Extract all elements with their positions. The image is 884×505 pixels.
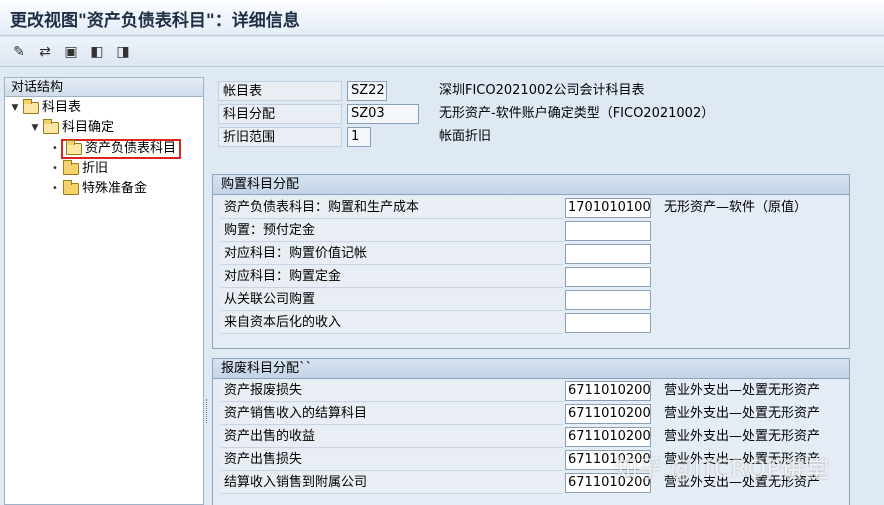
tree-node-label: 科目表 (42, 100, 82, 115)
tree-node-account-determination[interactable]: ▼ 科目确定 (29, 118, 114, 138)
depreciation-area-field[interactable]: 1 (347, 127, 371, 147)
depreciation-area-desc: 帐面折旧 (439, 129, 492, 144)
account-input[interactable] (565, 290, 651, 310)
chart-of-accounts-desc: 深圳FICO2021002公司会计科目表 (439, 83, 645, 98)
row-label: 资产出售的收益 (221, 426, 563, 448)
row-label: 资产报废损失 (221, 380, 563, 402)
row-label: 资产销售收入的结算科目 (221, 403, 563, 425)
expand-arrow-icon[interactable]: ▼ (29, 118, 41, 138)
bullet-icon: • (52, 183, 58, 194)
account-input[interactable]: 6711010200 (565, 427, 651, 447)
row-label: 购置：预付定金 (221, 220, 563, 242)
account-input[interactable] (565, 244, 651, 264)
tree-node-label: 资产负债表科目 (85, 141, 177, 156)
folder-icon (63, 160, 79, 175)
previous-entry-icon[interactable]: ◧ (88, 43, 106, 61)
account-input[interactable] (565, 313, 651, 333)
account-allocation-desc: 无形资产-软件账户确定类型（FICO2021002） (439, 106, 715, 121)
account-desc: 无形资产—软件（原值） (664, 200, 808, 215)
dialog-structure-header: 对话结构 (5, 78, 203, 97)
account-desc: 营业外支出—处置无形资产 (664, 383, 821, 398)
display-change-icon[interactable]: ⇄ (36, 43, 54, 61)
row-label: 来自资本后化的收入 (221, 312, 563, 334)
folder-open-icon (23, 99, 39, 114)
bullet-icon: • (52, 163, 58, 174)
row-label: 对应科目：购置价值记帐 (221, 243, 563, 265)
depreciation-area-label: 折旧范围 (218, 127, 342, 147)
window-title: 更改视图"资产负债表科目"：详细信息 (10, 11, 300, 31)
group-title: 报废科目分配`` (213, 359, 849, 379)
title-bar: 更改视图"资产负债表科目"：详细信息 (0, 0, 884, 36)
row-label: 从关联公司购置 (221, 289, 563, 311)
tree-node-label: 折旧 (82, 161, 109, 176)
account-desc: 营业外支出—处置无形资产 (664, 429, 821, 444)
account-allocation-field[interactable]: SZ03 (347, 104, 419, 124)
dialog-structure-panel: 对话结构 ▼ 科目表 ▼ 科目确定 • 资产负债表科目 • 折旧 • 特殊准备金 (4, 77, 204, 505)
row-label: 资产负债表科目：购置和生产成本 (221, 197, 563, 219)
group-title: 购置科目分配 (213, 175, 849, 195)
chart-of-accounts-label: 帐目表 (218, 81, 342, 101)
row-label: 结算收入销售到附属公司 (221, 472, 563, 494)
account-input[interactable] (565, 221, 651, 241)
watermark: 知乎 @ITCROP讲堂 (614, 455, 829, 483)
folder-icon (63, 180, 79, 195)
expand-arrow-icon[interactable]: ▼ (9, 98, 21, 118)
account-input[interactable]: 6711010200 (565, 381, 651, 401)
row-label: 资产出售损失 (221, 449, 563, 471)
tree-node-special-reserves[interactable]: • 特殊准备金 (49, 179, 147, 199)
selected-node-highlight[interactable]: 资产负债表科目 (61, 139, 182, 159)
row-label: 对应科目：购置定金 (221, 266, 563, 288)
bullet-icon: • (52, 143, 58, 154)
panel-splitter[interactable] (205, 77, 211, 505)
tree-node-depreciation[interactable]: • 折旧 (49, 159, 108, 179)
folder-open-icon (66, 140, 82, 155)
edit-pencil-icon[interactable]: ✎ (10, 43, 28, 61)
tree-node-chart-of-accounts[interactable]: ▼ 科目表 (9, 98, 81, 118)
toolbar: ✎ ⇄ ▣ ◧ ◨ (0, 37, 884, 67)
tree-node-label: 特殊准备金 (82, 181, 148, 196)
account-input[interactable]: 6711010200 (565, 404, 651, 424)
account-input[interactable]: 1701010100 (565, 198, 651, 218)
tree-node-balance-sheet-accounts[interactable]: • 资产负债表科目 (49, 139, 182, 159)
tree-node-label: 科目确定 (62, 120, 115, 135)
splitter-grip-icon[interactable] (206, 399, 209, 423)
purchase-account-group: 购置科目分配 资产负债表科目：购置和生产成本 1701010100 无形资产—软… (212, 174, 850, 349)
save-icon[interactable]: ▣ (62, 43, 80, 61)
account-input[interactable] (565, 267, 651, 287)
account-allocation-label: 科目分配 (218, 104, 342, 124)
folder-open-icon (43, 119, 59, 134)
chart-of-accounts-field[interactable]: SZ22 (347, 81, 387, 101)
next-entry-icon[interactable]: ◨ (114, 43, 132, 61)
account-desc: 营业外支出—处置无形资产 (664, 406, 821, 421)
